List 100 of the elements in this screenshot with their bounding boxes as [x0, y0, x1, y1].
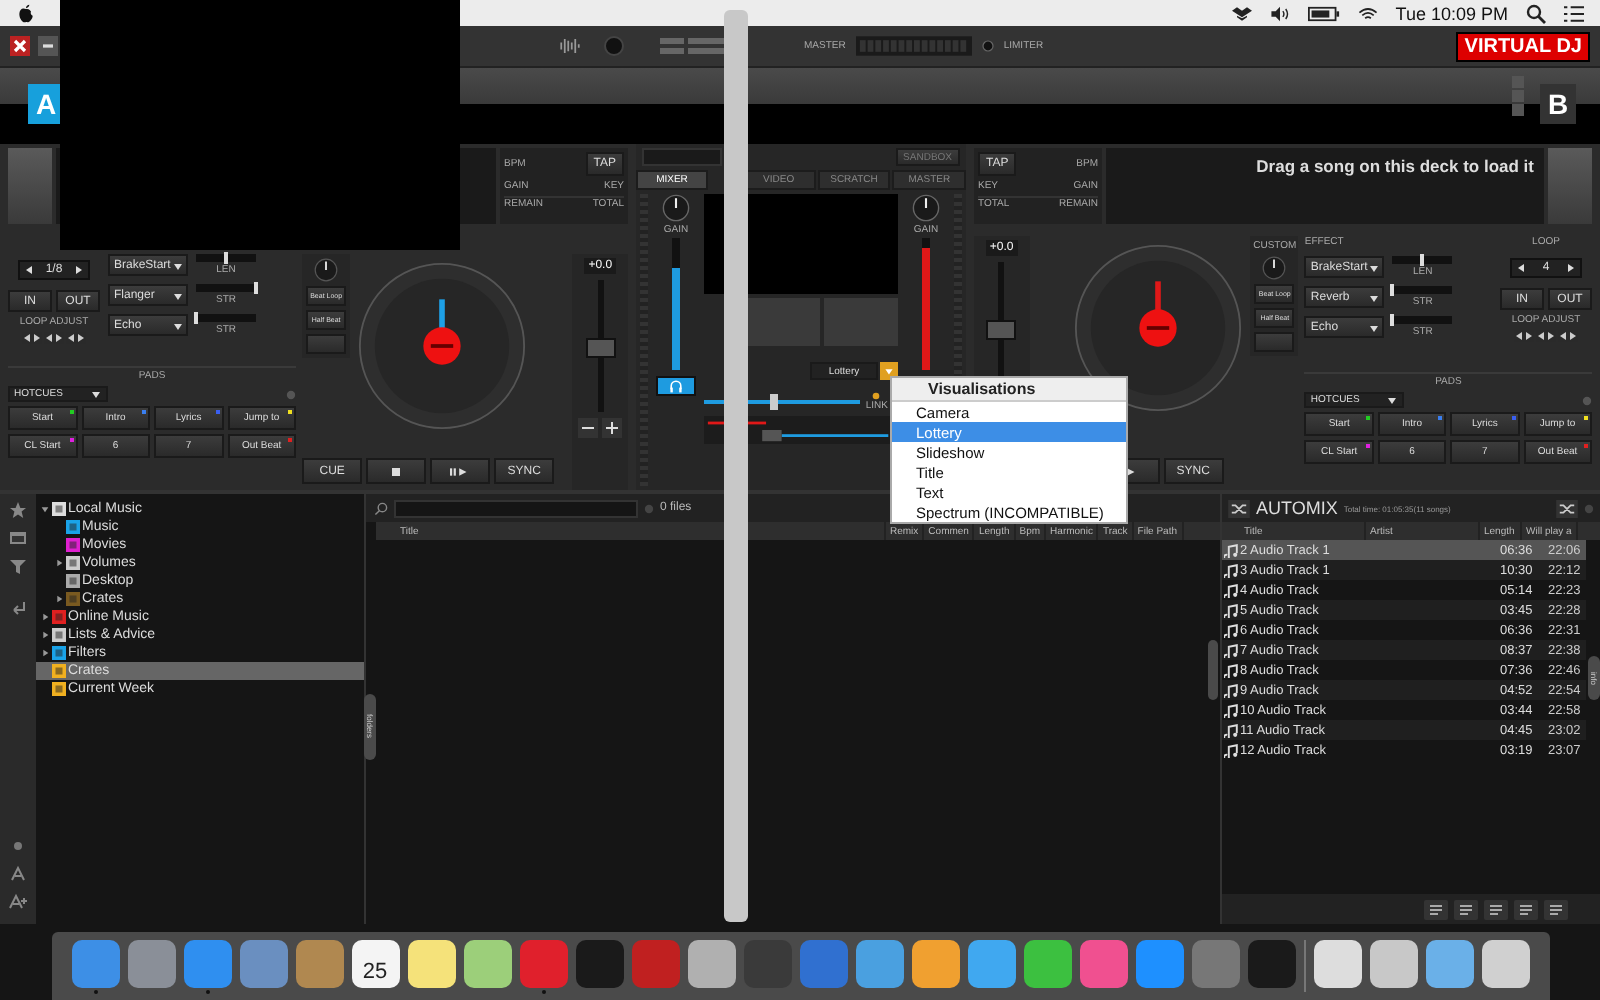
menu-title: Visualisations	[892, 378, 1126, 402]
app-icon[interactable]	[1023, 939, 1071, 987]
menu-clock[interactable]: Tue 10:09 PM	[1395, 3, 1508, 23]
volume-fader[interactable]	[672, 238, 680, 370]
window-icon[interactable]	[8, 528, 28, 548]
plus-icon[interactable]	[602, 418, 623, 438]
music-note-icon	[1224, 582, 1240, 598]
volume-fader[interactable]	[922, 238, 930, 370]
close-button[interactable]	[10, 36, 30, 56]
waveform-icon[interactable]	[556, 36, 584, 56]
right-arrow-icon[interactable]	[72, 264, 84, 276]
file-icon[interactable]	[1425, 939, 1473, 987]
master-meter-drawing	[855, 36, 972, 56]
deck-letter: B	[1540, 84, 1576, 124]
collapsed-arrow-icon[interactable]	[54, 594, 64, 604]
search-icon[interactable]	[1526, 3, 1546, 23]
font-size-icon[interactable]	[8, 892, 28, 912]
font-size-icon[interactable]	[8, 864, 28, 884]
center-label	[423, 327, 461, 365]
volume-icon[interactable]	[1269, 3, 1290, 23]
caret-icon	[1386, 394, 1399, 406]
music-note-icon	[1224, 562, 1240, 578]
app-icon[interactable]	[911, 939, 959, 987]
limiter-light-icon	[981, 40, 994, 52]
minimize-button[interactable]	[38, 36, 58, 56]
indicator-dot-icon	[286, 389, 297, 399]
file-icon[interactable]	[1313, 939, 1361, 987]
collapsed-arrow-icon[interactable]	[40, 612, 50, 622]
app-icon[interactable]	[463, 939, 511, 987]
dot-icon	[644, 503, 654, 513]
knob-icon[interactable]	[314, 258, 339, 282]
wifi-icon[interactable]	[1357, 3, 1378, 23]
list-arrow-icon[interactable]	[1544, 900, 1568, 920]
vertical-scroll-bar[interactable]	[724, 10, 748, 922]
gain-knob-icon[interactable]	[912, 194, 940, 222]
app-icon[interactable]	[967, 939, 1015, 987]
stop-button[interactable]	[366, 458, 427, 484]
logo: VIRTUAL DJ	[1456, 31, 1590, 61]
automix-title: AUTOMIX	[1256, 498, 1338, 518]
left-arrow-icon[interactable]	[24, 264, 36, 276]
search-field[interactable]	[394, 499, 638, 517]
play-pause-button[interactable]	[430, 458, 491, 484]
music-note-icon	[1224, 682, 1240, 698]
close-icon	[10, 36, 30, 56]
caret-icon	[1368, 321, 1381, 333]
caret-icon	[1368, 261, 1381, 273]
adjust-arrows-icon[interactable]	[1536, 330, 1556, 342]
gain-knob-icon[interactable]	[662, 194, 690, 222]
app-icon[interactable]	[855, 939, 903, 987]
back-arrow-icon[interactable]	[8, 596, 28, 616]
battery-icon[interactable]	[1307, 3, 1340, 23]
right-arrow-icon[interactable]	[1564, 262, 1576, 274]
file-icon[interactable]	[1369, 939, 1417, 987]
app-icon[interactable]	[1135, 939, 1183, 987]
collapsed-arrow-icon[interactable]	[40, 630, 50, 640]
app-icon[interactable]	[407, 939, 455, 987]
music-note-icon	[1224, 722, 1240, 738]
playlist-icon[interactable]	[1424, 900, 1448, 920]
headphones-button[interactable]	[656, 376, 696, 396]
left-arrow-icon[interactable]	[1516, 262, 1528, 274]
deck-thumbnail[interactable]	[744, 298, 819, 346]
expanded-arrow-icon[interactable]	[40, 504, 50, 514]
caret-icon	[1368, 291, 1381, 303]
adjust-arrows-icon[interactable]	[22, 332, 42, 344]
music-note-icon	[1224, 542, 1240, 558]
indicator-dot-icon	[1582, 395, 1592, 405]
app-icon[interactable]: 25	[351, 939, 399, 987]
music-note-icon	[1224, 662, 1240, 678]
star-icon[interactable]	[8, 500, 28, 520]
adjust-arrows-icon[interactable]	[1514, 330, 1534, 342]
headphones-icon	[668, 378, 684, 394]
caret-icon	[172, 259, 184, 271]
collapsed-arrow-icon[interactable]	[54, 558, 64, 568]
music-note-icon	[1224, 602, 1240, 618]
knob-icon[interactable]	[1262, 256, 1287, 280]
adjust-arrows-icon[interactable]	[1558, 330, 1578, 342]
adjust-arrows-icon[interactable]	[44, 332, 64, 344]
minus-icon[interactable]	[578, 418, 599, 438]
apple-icon[interactable]	[16, 3, 36, 23]
file-icon[interactable]	[1481, 939, 1529, 987]
dropbox-icon[interactable]	[1231, 3, 1252, 23]
cover-art-block	[1548, 148, 1592, 224]
mixer-field[interactable]	[642, 148, 722, 166]
dot-icon[interactable]	[8, 836, 28, 856]
list-icon[interactable]	[1564, 3, 1584, 23]
caret-icon	[172, 319, 184, 331]
app-icon[interactable]	[295, 939, 343, 987]
collapsed-arrow-icon[interactable]	[40, 648, 50, 658]
stop-icon	[390, 465, 403, 477]
music-note-icon	[1224, 642, 1240, 658]
play-pause-icon	[449, 465, 472, 477]
adjust-arrows-icon[interactable]	[66, 332, 86, 344]
cover-art-block	[8, 148, 52, 224]
link-light-icon	[872, 392, 881, 400]
app-icon[interactable]	[127, 939, 175, 987]
caret-icon	[90, 388, 102, 400]
filter-icon[interactable]	[8, 556, 28, 576]
app-icon[interactable]	[687, 939, 735, 987]
dot-icon[interactable]	[1584, 503, 1594, 513]
music-note-icon	[1224, 742, 1240, 758]
